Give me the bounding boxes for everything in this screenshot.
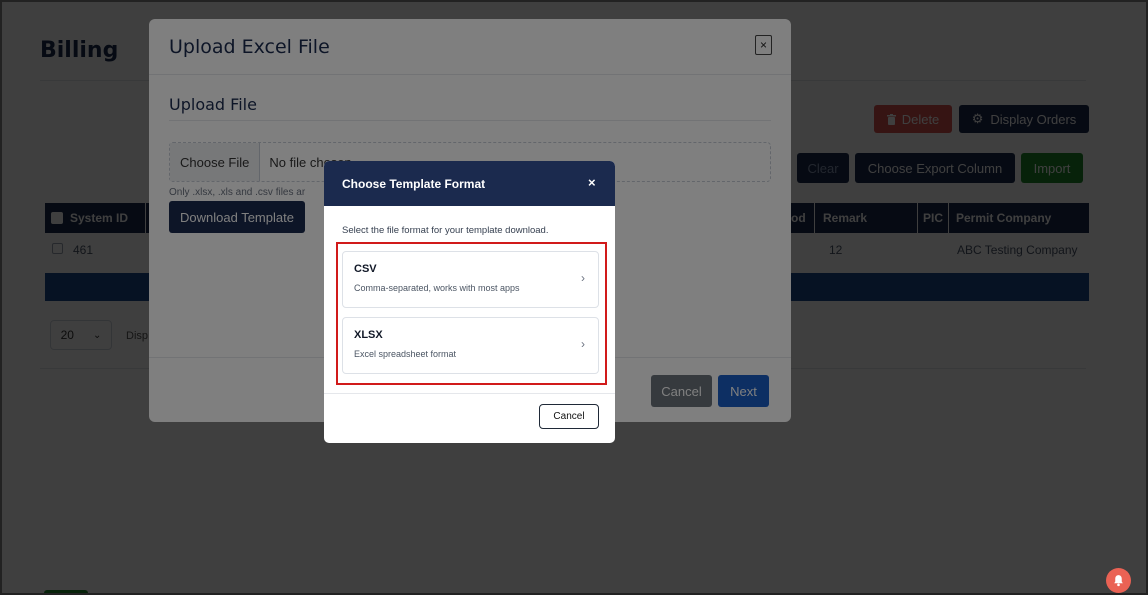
csv-option[interactable]: CSV Comma-separated, works with most app… [342,251,599,308]
screen: Billing Delete ⚙ Display Orders Clear Ch… [0,0,1148,595]
option-description: Comma-separated, works with most apps [354,283,520,293]
dialog-description: Select the file format for your template… [342,225,549,236]
bell-icon [1114,575,1123,587]
notification-button[interactable] [1106,568,1131,593]
dialog-header: Choose Template Format × [324,161,615,206]
xlsx-option[interactable]: XLSX Excel spreadsheet format › [342,317,599,374]
option-name: XLSX [354,329,383,341]
option-name: CSV [354,263,377,275]
chevron-right-icon: › [581,337,585,351]
dialog-cancel-button[interactable]: Cancel [539,404,599,429]
divider [324,393,615,394]
choose-template-format-dialog: Choose Template Format × Select the file… [324,161,615,443]
close-icon[interactable]: × [588,175,596,190]
dialog-title: Choose Template Format [342,177,486,191]
option-description: Excel spreadsheet format [354,349,457,359]
chevron-right-icon: › [581,271,585,285]
